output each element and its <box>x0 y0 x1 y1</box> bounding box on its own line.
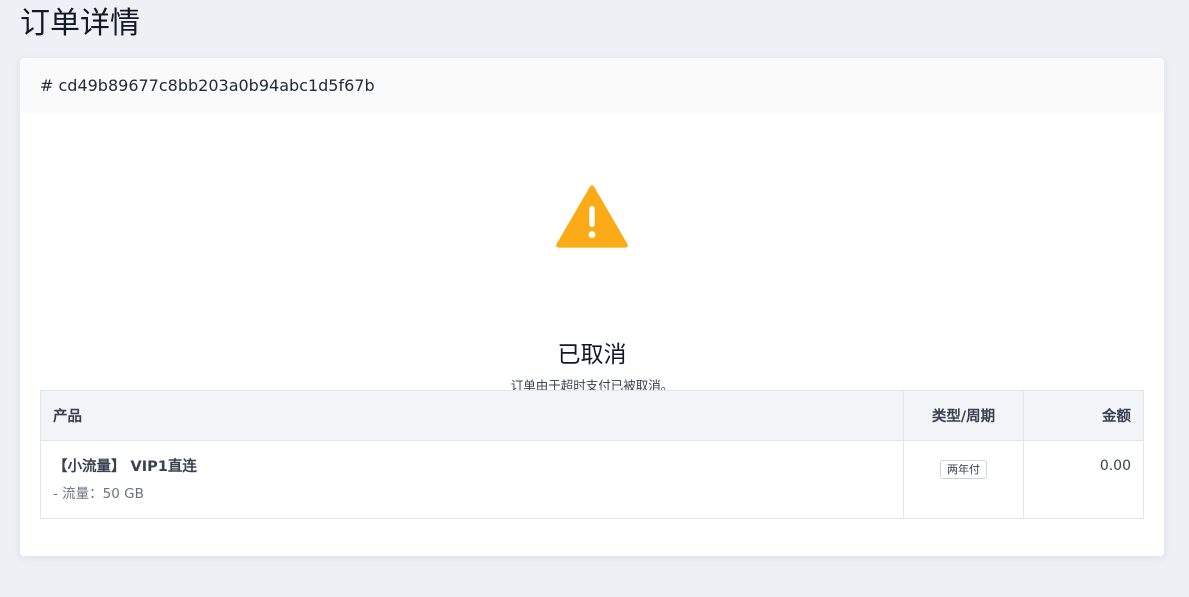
period-badge: 两年付 <box>940 460 987 479</box>
order-status: 已取消 订单由于超时支付已被取消。 <box>20 113 1164 393</box>
warning-triangle-icon <box>556 185 628 248</box>
table-header-row: 产品 类型/周期 金额 <box>41 391 1143 441</box>
page-title: 订单详情 <box>20 6 140 41</box>
cell-product: 【小流量】 VIP1直连 - 流量：50 GB <box>41 441 904 518</box>
header-type-period: 类型/周期 <box>903 391 1024 441</box>
order-items-table: 产品 类型/周期 金额 【小流量】 VIP1直连 - 流量：50 GB 两年付 … <box>40 390 1144 519</box>
status-title: 已取消 <box>557 342 627 368</box>
header-amount: 金额 <box>1023 391 1143 441</box>
cell-amount: 0.00 <box>1023 440 1143 518</box>
header-product: 产品 <box>41 391 904 441</box>
product-detail: - 流量：50 GB <box>53 486 144 502</box>
cell-type-period: 两年付 <box>903 440 1024 518</box>
table-row: 【小流量】 VIP1直连 - 流量：50 GB 两年付 0.00 <box>41 440 1143 518</box>
order-card: # cd49b89677c8bb203a0b94abc1d5f67b 已取消 订… <box>20 58 1164 556</box>
order-id: # cd49b89677c8bb203a0b94abc1d5f67b <box>40 76 375 95</box>
order-header: # cd49b89677c8bb203a0b94abc1d5f67b <box>20 58 1164 113</box>
product-name: 【小流量】 VIP1直连 <box>53 459 197 475</box>
